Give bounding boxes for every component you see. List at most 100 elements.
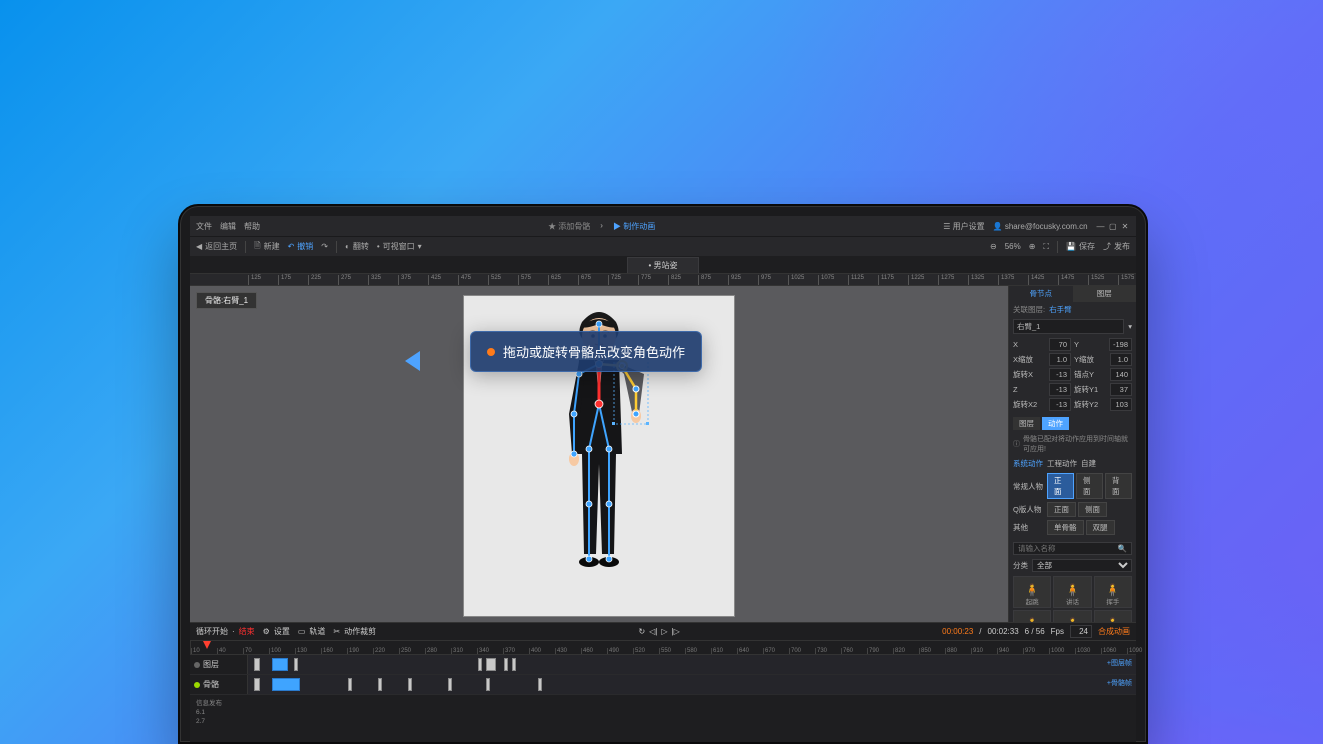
pose-side[interactable]: 侧面 (1076, 473, 1103, 499)
minimize-button[interactable]: — (1096, 222, 1106, 231)
subtab-layer[interactable]: 图层 (1013, 417, 1040, 430)
tl-settings[interactable]: ⚙ 设置 (263, 626, 290, 637)
pose-front[interactable]: 正面 (1047, 473, 1074, 499)
app-screen: 文件 编辑 帮助 ★ 添加骨骼 › ▶ 制作动画 ☰ 用户设置 👤 share@… (190, 216, 1136, 742)
properties-panel: 骨节点 图层 关联图层: 右手臂 右臂_1▾ X70Y-198X缩放1.0Y缩放… (1008, 286, 1136, 622)
pose-single-bone[interactable]: 单骨骼 (1047, 520, 1084, 535)
loop-end-label[interactable]: 结束 (239, 626, 255, 637)
add-bone-keyframe[interactable]: +骨骼帧 (1107, 678, 1132, 688)
pose-back[interactable]: 背面 (1105, 473, 1132, 499)
action-cell[interactable]: 🧍兴奋 (1053, 610, 1091, 622)
menu-help[interactable]: 帮助 (244, 221, 260, 232)
related-layer-value[interactable]: 右手臂 (1049, 304, 1072, 315)
redo-button[interactable]: ↷ (321, 242, 328, 251)
action-cell[interactable]: 🧍运动 (1013, 610, 1051, 622)
action-cell[interactable]: 🧍讲话 (1053, 576, 1091, 608)
tl-action-cut[interactable]: ✂ 动作裁剪 (333, 626, 376, 637)
pose-q-side[interactable]: 侧面 (1078, 502, 1107, 517)
frame-info: 6 / 56 (1025, 627, 1045, 636)
search-icon[interactable]: 🔍 (1118, 544, 1127, 553)
action-cell[interactable]: 🧍挑眉 (1094, 610, 1132, 622)
step-make-animation[interactable]: ▶ 制作动画 (613, 221, 655, 232)
next-frame-button[interactable]: |▷ (672, 627, 680, 636)
keyframe[interactable] (504, 658, 508, 671)
keyframe[interactable] (254, 658, 260, 671)
tl-track[interactable]: ▭ 轨道 (298, 626, 326, 637)
keyframe[interactable] (486, 658, 496, 671)
pose-legs[interactable]: 双腿 (1086, 520, 1115, 535)
keyframe[interactable] (512, 658, 516, 671)
panel-note: ⓘ骨骼已配对将动作应用到时间轴就可应用! (1009, 432, 1136, 456)
keyframe[interactable] (272, 658, 288, 671)
fps-label: Fps (1051, 627, 1064, 636)
subtab-action[interactable]: 动作 (1042, 417, 1069, 430)
custom-action-tab[interactable]: 自建 (1081, 458, 1096, 469)
zoom-out-button[interactable]: ⊖ (990, 242, 997, 251)
pose-q-front[interactable]: 正面 (1047, 502, 1076, 517)
keyframe[interactable] (486, 678, 490, 691)
keyframe[interactable] (348, 678, 352, 691)
action-search-input[interactable] (1018, 544, 1118, 553)
keyframe[interactable] (272, 678, 300, 691)
playhead-icon[interactable] (203, 641, 211, 649)
menu-file[interactable]: 文件 (196, 221, 212, 232)
new-button[interactable]: 🗎 新建 (254, 240, 279, 254)
transform-properties: X70Y-198X缩放1.0Y缩放1.0旋转X-13锚点Y140Z-13旋转Y1… (1009, 336, 1136, 415)
save-button[interactable]: 💾 保存 (1066, 241, 1095, 252)
compose-button[interactable]: 合成动画 (1098, 626, 1130, 637)
prev-frame-button[interactable]: ◁| (649, 627, 657, 636)
loop-start-label[interactable]: 循环开始 (196, 626, 228, 637)
publish-button[interactable]: ⤴ 发布 (1103, 241, 1130, 252)
play-button[interactable]: ▷ (661, 627, 667, 636)
track-layer-lane[interactable]: +图层帧 (248, 655, 1136, 674)
viewport-button[interactable]: • 可视窗口 ▾ (377, 241, 422, 252)
fps-input[interactable]: 24 (1070, 625, 1092, 638)
zoom-in-button[interactable]: ⊕ (1029, 242, 1036, 251)
step-add-bones[interactable]: ★ 添加骨骼 (548, 221, 590, 232)
keyframe[interactable] (408, 678, 412, 691)
keyframe[interactable] (378, 678, 382, 691)
title-bar: 文件 编辑 帮助 ★ 添加骨骼 › ▶ 制作动画 ☰ 用户设置 👤 share@… (190, 216, 1136, 236)
pose-cat-other: 其他 (1013, 522, 1045, 533)
keyframe[interactable] (294, 658, 298, 671)
undo-button[interactable]: ↶ 撤销 (288, 241, 314, 252)
action-cell[interactable]: 🧍起跳 (1013, 576, 1051, 608)
back-home-button[interactable]: ◀ 返回主页 (196, 241, 237, 252)
track-bone-lane[interactable]: +骨骼帧 (248, 675, 1136, 694)
keyframe[interactable] (538, 678, 542, 691)
document-tab[interactable]: • 男站姿 (627, 257, 698, 273)
maximize-button[interactable]: ▢ (1108, 222, 1118, 231)
timeline-ruler[interactable]: 1040701001301601902202502803103403704004… (191, 641, 1148, 654)
action-grid: 🧍起跳🧍讲话🧍挥手🧍运动🧍兴奋🧍挑眉🧍手指触摸🧍键盘打🧍示苦动🧍开心🧍激动点头🧍… (1009, 574, 1136, 622)
project-action-tab[interactable]: 工程动作 (1047, 458, 1077, 469)
sys-action-tab[interactable]: 系统动作 (1013, 458, 1043, 469)
bone-name-field[interactable]: 右臂_1 (1013, 319, 1124, 334)
ratio-2: 2.7 (196, 718, 1130, 725)
flip-button[interactable]: ◐ 翻转 (345, 241, 369, 252)
menu-edit[interactable]: 编辑 (220, 221, 236, 232)
canvas-area[interactable]: 骨骼:右臂_1 (190, 286, 1008, 622)
track-layer-label[interactable]: 图层 (203, 659, 219, 670)
main-toolbar: ◀ 返回主页 🗎 新建 ↶ 撤销 ↷ ◐ 翻转 • 可视窗口 ▾ ⊖ 56% ⊕… (190, 236, 1136, 256)
category-label: 分类 (1013, 560, 1028, 571)
fit-button[interactable]: ⛶ (1043, 242, 1049, 252)
total-time: 00:02:33 (988, 627, 1019, 636)
laptop-frame: 文件 编辑 帮助 ★ 添加骨骼 › ▶ 制作动画 ☰ 用户设置 👤 share@… (178, 204, 1148, 744)
action-cell[interactable]: 🧍挥手 (1094, 576, 1132, 608)
rewind-button[interactable]: ↻ (638, 627, 645, 636)
keyframe[interactable] (254, 678, 260, 691)
track-bone-label[interactable]: 骨骼 (203, 679, 219, 690)
category-select[interactable]: 全部 (1032, 559, 1132, 572)
ratio-1: 6.1 (196, 709, 1130, 716)
keyframe[interactable] (448, 678, 452, 691)
action-search[interactable]: 🔍 (1013, 542, 1132, 555)
account-label[interactable]: 👤 share@focusky.com.cn (993, 222, 1088, 231)
selected-bone-label: 骨骼:右臂_1 (196, 292, 257, 309)
panel-tab-layer[interactable]: 图层 (1073, 286, 1137, 302)
keyframe[interactable] (478, 658, 482, 671)
close-button[interactable]: ✕ (1120, 222, 1130, 231)
window-controls: — ▢ ✕ (1096, 222, 1130, 231)
panel-tab-bone[interactable]: 骨节点 (1009, 286, 1073, 302)
user-settings-link[interactable]: ☰ 用户设置 (943, 221, 984, 232)
add-layer-keyframe[interactable]: +图层帧 (1107, 658, 1132, 668)
